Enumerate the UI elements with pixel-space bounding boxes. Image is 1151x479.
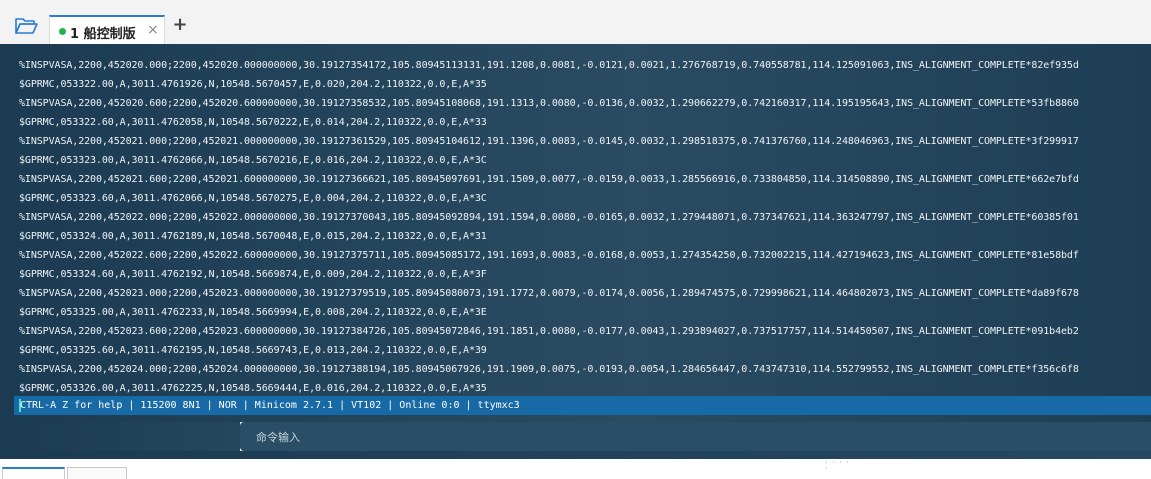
- tab-ship-control[interactable]: 1 船控制版 ×: [49, 15, 165, 44]
- connection-status-dot: [59, 28, 66, 35]
- terminal-line: $GPRMC,053322.00,A,3011.4761926,N,10548.…: [19, 79, 487, 90]
- command-input-placeholder: 命令输入: [256, 431, 300, 444]
- terminal-line: %INSPVASA,2200,452021.600;2200,452021.60…: [19, 174, 1079, 185]
- folder-open-icon: [15, 18, 38, 34]
- terminal-line: $GPRMC,053323.00,A,3011.4762066,N,10548.…: [19, 155, 487, 166]
- terminal-line: %INSPVASA,2200,452020.600;2200,452020.60…: [19, 98, 1079, 109]
- terminal-line: $GPRMC,053323.60,A,3011.4762066,N,10548.…: [19, 193, 487, 204]
- tab-label: 1 船控制版: [70, 27, 136, 42]
- terminal-window[interactable]: %INSPVASA,2200,452020.000;2200,452020.00…: [0, 44, 1151, 422]
- terminal-line: %INSPVASA,2200,452023.000;2200,452023.00…: [19, 288, 1079, 299]
- terminal-bottom-strip: [0, 451, 1151, 459]
- bottom-panel-tab-1[interactable]: [2, 467, 65, 479]
- terminal-line: %INSPVASA,2200,452020.000;2200,452020.00…: [19, 60, 1079, 71]
- bottom-panel-tab-2[interactable]: [67, 467, 127, 479]
- terminal-line: $GPRMC,053325.00,A,3011.4762233,N,10548.…: [19, 307, 487, 318]
- command-area: [0, 422, 240, 451]
- terminal-line: %INSPVASA,2200,452024.000;2200,452024.00…: [19, 364, 1079, 375]
- terminal-line: %INSPVASA,2200,452022.600;2200,452022.60…: [19, 250, 1079, 261]
- open-folder-button[interactable]: [14, 16, 38, 36]
- terminal-line: $GPRMC,053325.60,A,3011.4762195,N,10548.…: [19, 345, 487, 356]
- plus-icon[interactable]: +: [172, 15, 188, 35]
- terminal-line: $GPRMC,053322.60,A,3011.4762058,N,10548.…: [19, 117, 487, 128]
- close-icon[interactable]: ×: [147, 22, 159, 38]
- terminal-output: %INSPVASA,2200,452020.000;2200,452020.00…: [19, 56, 1079, 398]
- terminal-line: %INSPVASA,2200,452021.000;2200,452021.00…: [19, 136, 1079, 147]
- terminal-line: $GPRMC,053324.60,A,3011.4762192,N,10548.…: [19, 269, 487, 280]
- command-input[interactable]: 命令输入: [240, 422, 1151, 451]
- minicom-status-bar: CTRL-A Z for help | 115200 8N1 | NOR | M…: [14, 396, 1151, 415]
- terminal-line: %INSPVASA,2200,452023.600;2200,452023.60…: [19, 326, 1079, 337]
- terminal-line: %INSPVASA,2200,452022.000;2200,452022.00…: [19, 212, 1079, 223]
- status-text: CTRL-A Z for help | 115200 8N1 | NOR | M…: [20, 400, 520, 411]
- resize-grip[interactable]: · · · · ·: [825, 459, 855, 473]
- tab-bar: 1 船控制版 × +: [0, 0, 1151, 44]
- terminal-line: $GPRMC,053324.00,A,3011.4762189,N,10548.…: [19, 231, 487, 242]
